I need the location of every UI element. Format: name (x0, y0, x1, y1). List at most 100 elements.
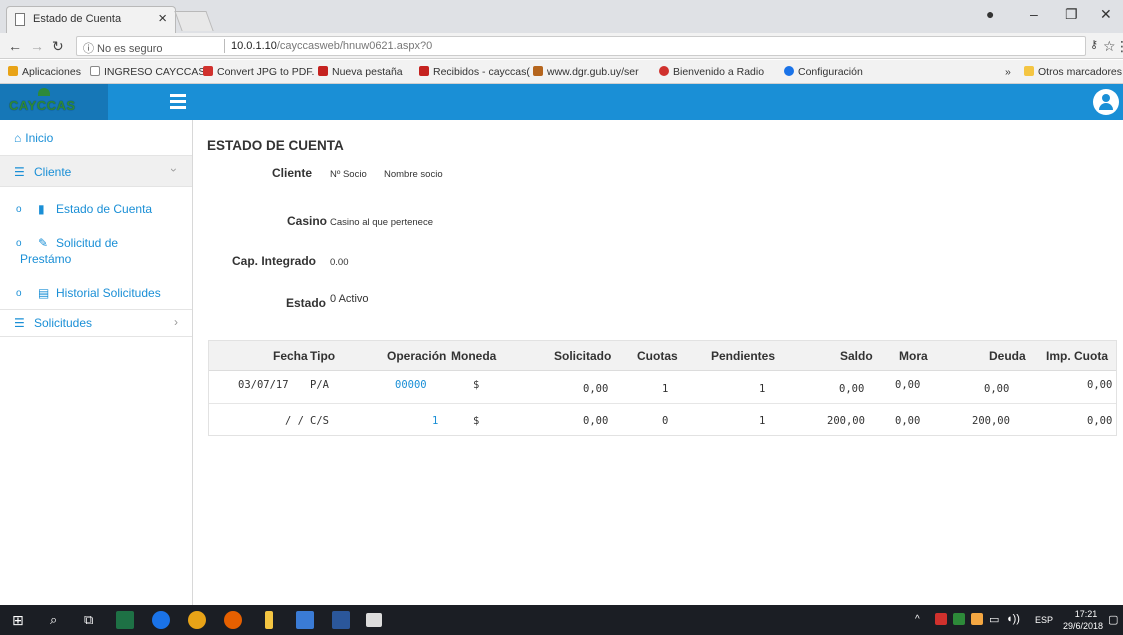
list-icon: ☰ (14, 316, 25, 330)
task-view-icon[interactable]: ⧉ (84, 612, 93, 628)
forward-icon[interactable]: → (30, 38, 44, 54)
sidebar-item-inicio[interactable]: ⌂ Inicio (14, 131, 206, 145)
tray-chevron-icon[interactable]: ^ (915, 614, 920, 625)
col-imp-cuota: Imp. Cuota (1046, 349, 1108, 363)
cell-imp-cuota: 0,00 (1087, 379, 1113, 391)
dgr-icon (533, 66, 543, 76)
account-table: Fecha Tipo Operación Moneda Solicitado C… (208, 340, 1117, 436)
file-explorer-icon[interactable] (265, 611, 273, 629)
url-text: 10.0.1.10/cayccasweb/hnuw0621.aspx?0 (231, 40, 432, 52)
user-avatar-icon[interactable] (1093, 89, 1119, 115)
bookmarks-bar: Aplicaciones INGRESO CAYCCAS Convert JPG… (0, 60, 1123, 84)
main-content: ESTADO DE CUENTA Cliente Nº Socio Nombre… (194, 120, 1123, 605)
cell-pendientes: 1 (759, 415, 766, 427)
cell-tipo: P/A (310, 379, 329, 391)
cell-operacion-link[interactable]: 00000 (395, 379, 427, 391)
browser-tab-bar: Estado de Cuenta × ● – ❐ ✕ (0, 0, 1123, 33)
minimize-icon[interactable]: – (1030, 6, 1038, 22)
chrome-icon[interactable] (188, 611, 206, 629)
edge-icon[interactable] (152, 611, 170, 629)
menu-dots-icon[interactable]: ⋮ (1115, 38, 1123, 55)
bookmark-otros[interactable]: Otros marcadores (1024, 66, 1122, 78)
bookmark-nueva[interactable]: Nueva pestaña (318, 66, 403, 78)
bookmark-ingreso[interactable]: INGRESO CAYCCAS (90, 66, 205, 78)
cell-deuda: 0,00 (984, 383, 1010, 395)
sidebar: ⌂ Inicio ☰ Cliente › o ▮ Estado de Cuenta… (0, 120, 193, 605)
volume-icon[interactable]: ◖)) (1006, 613, 1020, 625)
table-row: 03/07/17 P/A 00000 $ 0,00 1 1 0,00 0,00 … (209, 371, 1116, 404)
sidebar-item-solicitudes[interactable]: ☰ Solicitudes › (0, 309, 192, 337)
browser-tab[interactable]: Estado de Cuenta × (6, 6, 176, 33)
cell-mora: 0,00 (895, 379, 921, 391)
word-icon[interactable] (332, 611, 350, 629)
table-row: / / C/S 1 $ 0,00 0 1 200,00 0,00 200,00 … (209, 404, 1116, 437)
page-icon (90, 66, 100, 76)
network-icon[interactable]: ▭ (989, 613, 999, 626)
excel-icon[interactable] (116, 611, 134, 629)
cell-moneda: $ (473, 415, 480, 427)
close-window-icon[interactable]: ✕ (1100, 6, 1112, 23)
cell-mora: 0,00 (895, 415, 921, 427)
bookmarks-more-icon[interactable]: » (1005, 66, 1011, 78)
url-path: /cayccasweb/hnuw0621.aspx?0 (276, 40, 433, 52)
gear-icon (784, 66, 794, 76)
notifications-icon[interactable]: ▢ (1108, 613, 1118, 626)
cell-operacion-link[interactable]: 1 (432, 415, 438, 427)
sidebar-item-label: Cliente (34, 165, 72, 179)
bookmark-apps[interactable]: Aplicaciones (8, 66, 81, 78)
maximize-icon[interactable]: ❐ (1065, 6, 1078, 23)
col-deuda: Deuda (989, 349, 1026, 363)
bookmark-dgr[interactable]: www.dgr.gub.uy/ser (533, 66, 639, 78)
logo[interactable]: CAYCCAS (0, 84, 108, 120)
address-bar: ← → ↻ ⓘ No es seguro 10.0.1.10/cayccaswe… (0, 33, 1123, 59)
sidebar-item-label: Historial Solicitudes (56, 286, 161, 300)
bookmark-recibidos[interactable]: Recibidos - cayccas( (419, 66, 530, 78)
cell-moneda: $ (473, 379, 480, 391)
tab-close-icon[interactable]: × (158, 10, 167, 27)
back-icon[interactable]: ← (8, 38, 22, 54)
sidebar-item-label: Estado de Cuenta (56, 202, 153, 216)
key-icon[interactable]: ⚷ (1090, 38, 1098, 51)
cliente-label: Cliente (272, 166, 313, 180)
folder-icon (1024, 66, 1034, 76)
profile-icon[interactable]: ● (986, 6, 994, 22)
col-pendientes: Pendientes (711, 349, 776, 363)
bookmark-config[interactable]: Configuración (784, 66, 863, 78)
gmail-icon (318, 66, 328, 76)
star-icon[interactable]: ☆ (1103, 38, 1116, 55)
url-host: 10.0.1.10 (231, 40, 277, 52)
casino-value: Casino al que pertenece (330, 217, 433, 228)
estado-label: Estado (286, 296, 327, 310)
reload-icon[interactable]: ↻ (52, 38, 64, 55)
url-input[interactable]: ⓘ No es seguro 10.0.1.10/cayccasweb/hnuw… (76, 36, 1086, 56)
casino-label: Casino (287, 214, 328, 228)
page-icon (15, 13, 25, 26)
logo-mark (38, 88, 50, 96)
windows-start-icon[interactable]: ⊞ (12, 612, 24, 629)
tray-app-icon[interactable] (971, 613, 983, 625)
clock-date[interactable]: 29/6/2018 (1063, 621, 1103, 631)
chevron-down-icon: › (167, 168, 181, 172)
mail-icon[interactable] (366, 613, 382, 627)
cap-integrado-value: 0.00 (330, 257, 349, 268)
col-saldo: Saldo (840, 349, 873, 363)
tray-app-icon[interactable] (953, 613, 965, 625)
sidebar-item-cliente[interactable]: ☰ Cliente › (0, 155, 192, 187)
search-icon[interactable]: ⌕ (50, 612, 57, 628)
clock-time[interactable]: 17:21 (1068, 609, 1104, 619)
store-icon[interactable] (296, 611, 314, 629)
bullet-icon: o (16, 204, 22, 215)
new-tab-button[interactable] (174, 11, 214, 31)
bookmark-convert[interactable]: Convert JPG to PDF. (203, 66, 314, 78)
language-indicator[interactable]: ESP (1035, 615, 1053, 625)
cell-fecha: / / (285, 415, 304, 427)
taskbar: ⊞ ⌕ ⧉ ^ ▭ ◖)) ESP 17:21 29/6/2018 ▢ (0, 605, 1123, 635)
firefox-icon[interactable] (224, 611, 242, 629)
bullet-icon: o (16, 238, 22, 249)
table-header: Fecha Tipo Operación Moneda Solicitado C… (209, 341, 1116, 371)
hamburger-menu-icon[interactable] (170, 94, 186, 112)
cap-integrado-label: Cap. Integrado (232, 254, 317, 268)
security-indicator[interactable]: ⓘ No es seguro (83, 40, 162, 56)
bookmark-radio[interactable]: Bienvenido a Radio (659, 66, 764, 78)
tray-app-icon[interactable] (935, 613, 947, 625)
